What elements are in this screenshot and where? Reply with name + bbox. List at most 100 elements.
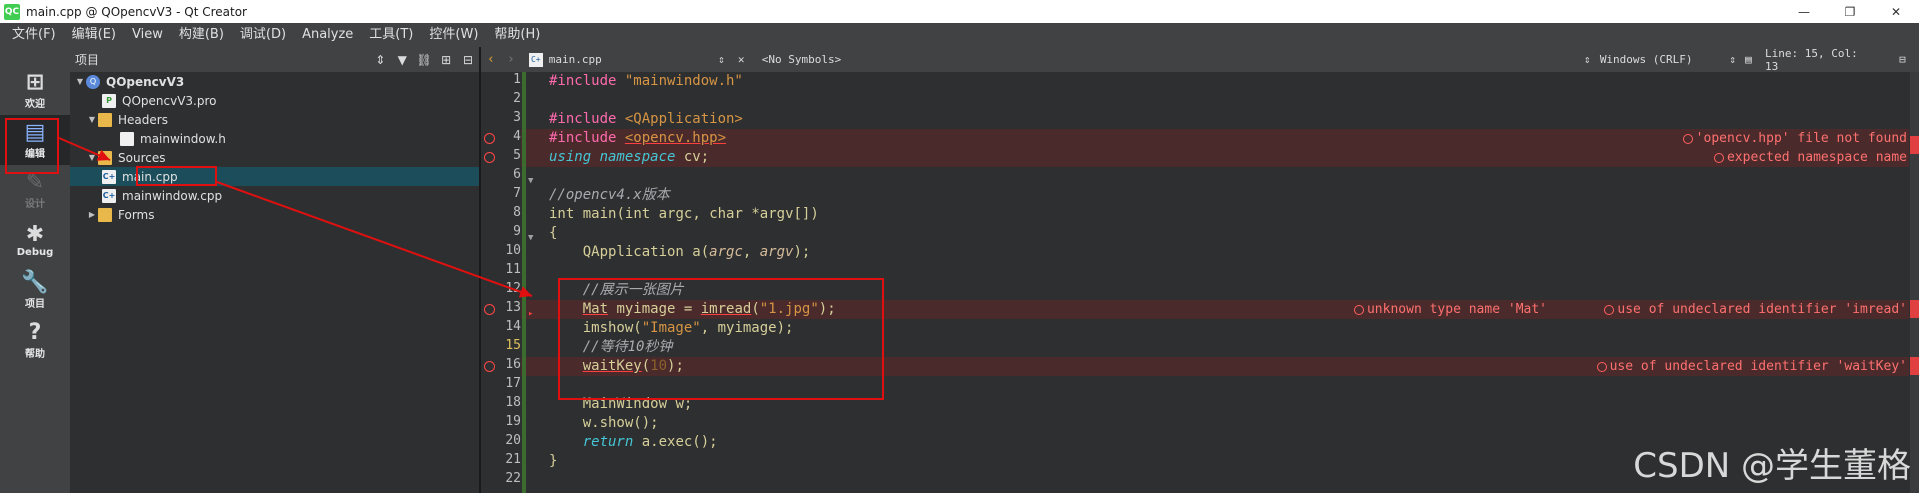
line-number[interactable]: 14 [481, 319, 521, 338]
line-number[interactable]: 6 [481, 167, 521, 186]
code-line-19: w.show(); [549, 415, 659, 431]
scrollbar-error-marker[interactable] [1910, 357, 1919, 375]
document-icon[interactable]: ▤ [1745, 53, 1765, 66]
diagnostic-undeclared-imread[interactable]: use of undeclared identifier 'imread' [1604, 300, 1907, 319]
code-line-9: { [549, 225, 558, 241]
menu-help[interactable]: 帮助(H) [486, 23, 548, 47]
link-icon[interactable]: ⛓ [413, 49, 435, 71]
qt-creator-logo-icon: QC [4, 3, 20, 20]
line-number-gutter[interactable]: 1 2 3 4 5 6 7 8 9 10 11 12 13 14 15 16 17 18 19 20 21 22 [481, 72, 521, 493]
maximize-button[interactable]: ❐ [1827, 0, 1873, 23]
code-line-3: #include <QApplication> [549, 111, 743, 127]
line-ending-selector[interactable]: Windows (CRLF) [1600, 53, 1729, 66]
updown-icon[interactable]: ⇕ [369, 49, 391, 71]
menu-view[interactable]: View [124, 23, 171, 47]
folder-icon [98, 150, 112, 165]
tree-item-forms[interactable]: ▶ Forms [70, 205, 479, 224]
line-number[interactable]: 18 [481, 395, 521, 414]
editor-toolbar: ‹ › C+ main.cpp ⇕ ✕ <No Symbols> ⇕ Windo… [481, 47, 1919, 73]
fold-marker-icon[interactable]: ▸ [528, 305, 538, 324]
line-number[interactable]: 20 [481, 433, 521, 452]
collapse-arrow-icon[interactable]: ▼ [86, 153, 98, 162]
line-number[interactable]: 12 [481, 281, 521, 300]
line-number[interactable]: 11 [481, 262, 521, 281]
line-number[interactable]: 15 [481, 338, 521, 357]
mode-debug[interactable]: ✱ Debug [0, 215, 70, 265]
collapse-arrow-icon[interactable]: ▼ [74, 77, 86, 86]
editor-scrollbar[interactable] [1910, 72, 1919, 493]
line-number-text: 15 [505, 338, 521, 353]
filter-icon[interactable]: ▼ [391, 49, 413, 71]
error-marker-icon[interactable] [484, 304, 495, 315]
menu-file[interactable]: 文件(F) [4, 23, 64, 47]
line-number[interactable]: 8 [481, 205, 521, 224]
split-icon[interactable]: ⊞ [435, 49, 457, 71]
line-number[interactable]: 17 [481, 376, 521, 395]
line-number-text: 7 [513, 186, 521, 201]
tree-item-main-cpp[interactable]: C+ main.cpp [70, 167, 479, 186]
error-marker-icon[interactable] [484, 133, 495, 144]
close-pane-icon[interactable]: ⊟ [457, 49, 479, 71]
diagnostic-undeclared-waitkey[interactable]: use of undeclared identifier 'waitKey' [1596, 357, 1907, 376]
scrollbar-error-marker[interactable] [1910, 136, 1919, 154]
collapse-arrow-icon[interactable]: ▼ [86, 115, 98, 124]
mode-help[interactable]: ? 帮助 [0, 315, 70, 365]
wrench-icon: 🔧 [21, 269, 49, 295]
updown-icon[interactable]: ⇕ [718, 53, 738, 66]
close-file-icon[interactable]: ✕ [738, 53, 758, 66]
menu-edit[interactable]: 编辑(E) [64, 23, 124, 47]
line-number[interactable]: 5 [481, 148, 521, 167]
tree-item-pro-file[interactable]: P QOpencvV3.pro [70, 91, 479, 110]
mode-selector: ⊞ 欢迎 ▤ 编辑 ✎ 设计 ✱ Debug 🔧 项目 ? 帮助 [0, 47, 70, 493]
code-line-20: return a.exec(); [582, 434, 718, 450]
line-number[interactable]: 9 [481, 224, 521, 243]
mode-projects[interactable]: 🔧 项目 [0, 265, 70, 315]
tree-item-headers[interactable]: ▼ Headers [70, 110, 479, 129]
line-number[interactable]: 2 [481, 91, 521, 110]
scrollbar-error-marker[interactable] [1910, 300, 1919, 318]
forward-icon[interactable]: › [501, 52, 521, 67]
line-number[interactable]: 7 [481, 186, 521, 205]
folder-icon [98, 112, 112, 127]
line-number[interactable]: 3 [481, 110, 521, 129]
fold-marker-icon[interactable]: ▼ [528, 172, 538, 191]
cursor-position[interactable]: Line: 15, Col: 13 [1765, 47, 1877, 73]
expand-arrow-icon[interactable]: ▶ [86, 210, 98, 219]
back-icon[interactable]: ‹ [481, 52, 501, 67]
line-number[interactable]: 19 [481, 414, 521, 433]
mode-welcome[interactable]: ⊞ 欢迎 [0, 65, 70, 115]
menu-build[interactable]: 构建(B) [171, 23, 232, 47]
symbols-selector[interactable]: <No Symbols> [758, 53, 1584, 66]
open-file-selector[interactable]: main.cpp [549, 53, 718, 66]
menu-tools[interactable]: 工具(T) [361, 23, 421, 47]
tree-item-mainwindow-cpp[interactable]: C+ mainwindow.cpp [70, 186, 479, 205]
line-number[interactable]: 16 [481, 357, 521, 376]
line-number[interactable]: 1 [481, 72, 521, 91]
split-editor-icon[interactable]: ⊟ [1899, 53, 1919, 66]
tree-item-mainwindow-h[interactable]: mainwindow.h [70, 129, 479, 148]
line-number[interactable]: 4 [481, 129, 521, 148]
line-number[interactable]: 13 [481, 300, 521, 319]
tree-item-project[interactable]: ▼ Q QOpencvV3 [70, 72, 479, 91]
error-marker-icon[interactable] [484, 152, 495, 163]
diagnostic-expected-namespace[interactable]: expected namespace name [1713, 148, 1907, 167]
diagnostic-opencv-not-found[interactable]: 'opencv.hpp' file not found [1682, 129, 1907, 148]
close-button[interactable]: ✕ [1873, 0, 1919, 23]
fold-marker-icon[interactable]: ▼ [528, 229, 538, 248]
diagnostic-unknown-type-mat[interactable]: unknown type name 'Mat' [1353, 300, 1547, 319]
bug-icon: ✱ [25, 221, 45, 247]
updown-icon[interactable]: ⇕ [1729, 53, 1745, 66]
error-marker-icon[interactable] [484, 361, 495, 372]
line-number[interactable]: 22 [481, 471, 521, 490]
menu-debug[interactable]: 调试(D) [232, 23, 294, 47]
updown-icon[interactable]: ⇕ [1584, 53, 1600, 66]
line-number[interactable]: 21 [481, 452, 521, 471]
line-number[interactable]: 10 [481, 243, 521, 262]
project-pane-title[interactable]: 项目 [70, 51, 369, 68]
code-line-5: using namespace cv; [549, 149, 710, 165]
tree-item-sources[interactable]: ▼ Sources [70, 148, 479, 167]
menu-widgets[interactable]: 控件(W) [421, 23, 486, 47]
menu-analyze[interactable]: Analyze [294, 23, 361, 47]
minimize-button[interactable]: — [1781, 0, 1827, 23]
grid-icon: ⊞ [25, 69, 45, 95]
